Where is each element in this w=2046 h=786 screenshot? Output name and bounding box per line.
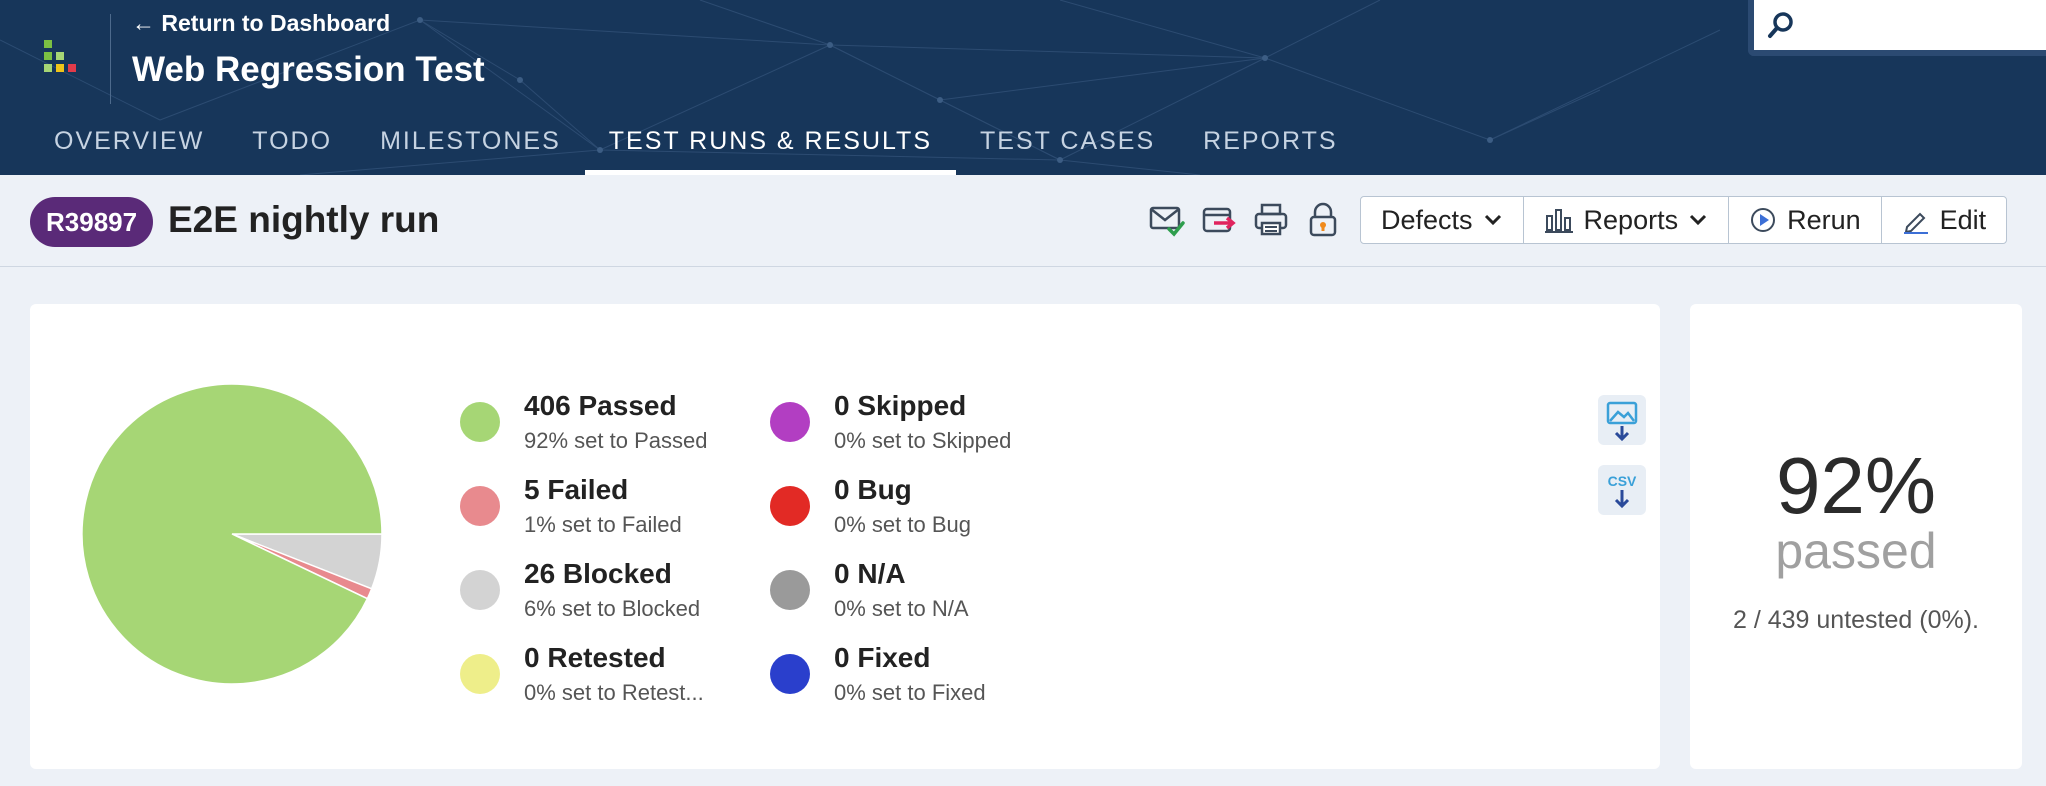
- rerun-button[interactable]: Rerun: [1728, 197, 1881, 243]
- legend-item: 0 Skipped 0% set to Skipped: [770, 386, 1070, 466]
- main-navigation: OVERVIEW TODO MILESTONES TEST RUNS & RES…: [30, 120, 1362, 175]
- legend-subtitle: 0% set to Skipped: [834, 428, 1012, 453]
- tab-test-cases[interactable]: TEST CASES: [956, 120, 1179, 175]
- legend-color-dot: [770, 486, 810, 526]
- legend-subtitle: 0% set to Fixed: [834, 680, 986, 705]
- rerun-label: Rerun: [1787, 204, 1861, 235]
- csv-download-icon: CSV: [1608, 473, 1637, 509]
- lock-icon[interactable]: [1304, 201, 1342, 239]
- play-circle-icon: [1751, 208, 1776, 232]
- legend-title: 406 Passed: [524, 390, 677, 421]
- run-title: E2E nightly run: [168, 199, 440, 240]
- results-summary-card: 406 Passed 92% set to Passed 5 Failed 1%…: [30, 304, 1660, 769]
- legend-color-dot: [460, 402, 500, 442]
- legend-subtitle: 1% set to Failed: [524, 512, 682, 537]
- email-check-icon[interactable]: [1148, 201, 1186, 239]
- status-pie-chart: [82, 384, 382, 684]
- untested-summary: 2 / 439 untested (0%).: [1733, 606, 1979, 634]
- legend-subtitle: 92% set to Passed: [524, 428, 708, 453]
- legend-subtitle: 6% set to Blocked: [524, 596, 701, 621]
- tab-todo[interactable]: TODO: [228, 120, 356, 175]
- legend-title: 0 Retested: [524, 642, 666, 673]
- project-title: Web Regression Test: [132, 50, 485, 89]
- legend-subtitle: 0% set to Retest...: [524, 680, 704, 705]
- export-icon[interactable]: [1200, 201, 1238, 239]
- legend-title: 26 Blocked: [524, 558, 672, 589]
- legend-subtitle: 0% set to N/A: [834, 596, 969, 621]
- legend-title: 0 Bug: [834, 474, 912, 505]
- defects-dropdown-button[interactable]: Defects: [1361, 197, 1523, 243]
- legend-color-dot: [770, 654, 810, 694]
- tab-reports[interactable]: REPORTS: [1179, 120, 1361, 175]
- pass-label: passed: [1775, 523, 1937, 579]
- legend-title: 5 Failed: [524, 474, 629, 505]
- legend-item: 406 Passed 92% set to Passed: [460, 386, 760, 466]
- pass-percentage: 92%: [1775, 441, 1937, 530]
- legend-subtitle: 0% set to Bug: [834, 512, 971, 537]
- legend-color-dot: [460, 570, 500, 610]
- run-id-badge: R39897: [30, 197, 154, 247]
- legend-color-dot: [460, 486, 500, 526]
- legend-color-dot: [460, 654, 500, 694]
- search-icon: [1768, 12, 1793, 38]
- bar-chart-icon: [1544, 209, 1573, 233]
- pencil-icon: [1903, 212, 1928, 234]
- legend-title: 0 Skipped: [834, 390, 967, 421]
- export-image-button[interactable]: [1598, 395, 1646, 445]
- legend-item: 0 Bug 0% set to Bug: [770, 470, 1070, 550]
- csv-label: CSV: [1608, 473, 1637, 489]
- return-to-dashboard-link[interactable]: ← Return to Dashboard: [132, 10, 390, 37]
- legend-item: 0 Retested 0% set to Retest...: [460, 638, 760, 718]
- tab-overview[interactable]: OVERVIEW: [30, 120, 228, 175]
- app-logo-icon[interactable]: [42, 38, 86, 82]
- legend-item: 0 Fixed 0% set to Fixed: [770, 638, 1070, 718]
- legend-item: 0 N/A 0% set to N/A: [770, 554, 1070, 634]
- image-download-icon: [1606, 401, 1638, 442]
- legend-item: 26 Blocked 6% set to Blocked: [460, 554, 760, 634]
- run-title-bar: R39897 E2E nightly run Defects Reports R…: [0, 175, 2046, 267]
- defects-label: Defects: [1381, 204, 1473, 235]
- header-divider: [110, 14, 111, 104]
- legend-item: 5 Failed 1% set to Failed: [460, 470, 760, 550]
- legend-color-dot: [770, 570, 810, 610]
- reports-dropdown-button[interactable]: Reports: [1522, 197, 1729, 243]
- app-header: ← Return to Dashboard Web Regression Tes…: [0, 0, 2046, 175]
- edit-label: Edit: [1939, 204, 1987, 235]
- export-csv-button[interactable]: CSV: [1598, 465, 1646, 515]
- legend-title: 0 N/A: [834, 558, 906, 589]
- tab-test-runs-results[interactable]: TEST RUNS & RESULTS: [584, 120, 957, 175]
- reports-label: Reports: [1583, 204, 1679, 235]
- legend-title: 0 Fixed: [834, 642, 931, 673]
- chevron-down-icon: [1484, 214, 1501, 226]
- tab-milestones[interactable]: MILESTONES: [356, 120, 585, 175]
- pass-rate-card: 92% passed 2 / 439 untested (0%).: [1690, 304, 2022, 769]
- search-input[interactable]: [1748, 0, 2046, 56]
- pie-slice-passed: [82, 384, 382, 684]
- edit-button[interactable]: Edit: [1880, 197, 2007, 243]
- legend-color-dot: [770, 402, 810, 442]
- run-actions-toolbar: Defects Reports Rerun Edit: [1360, 196, 2008, 244]
- print-icon[interactable]: [1252, 201, 1290, 239]
- chevron-down-icon: [1690, 214, 1707, 226]
